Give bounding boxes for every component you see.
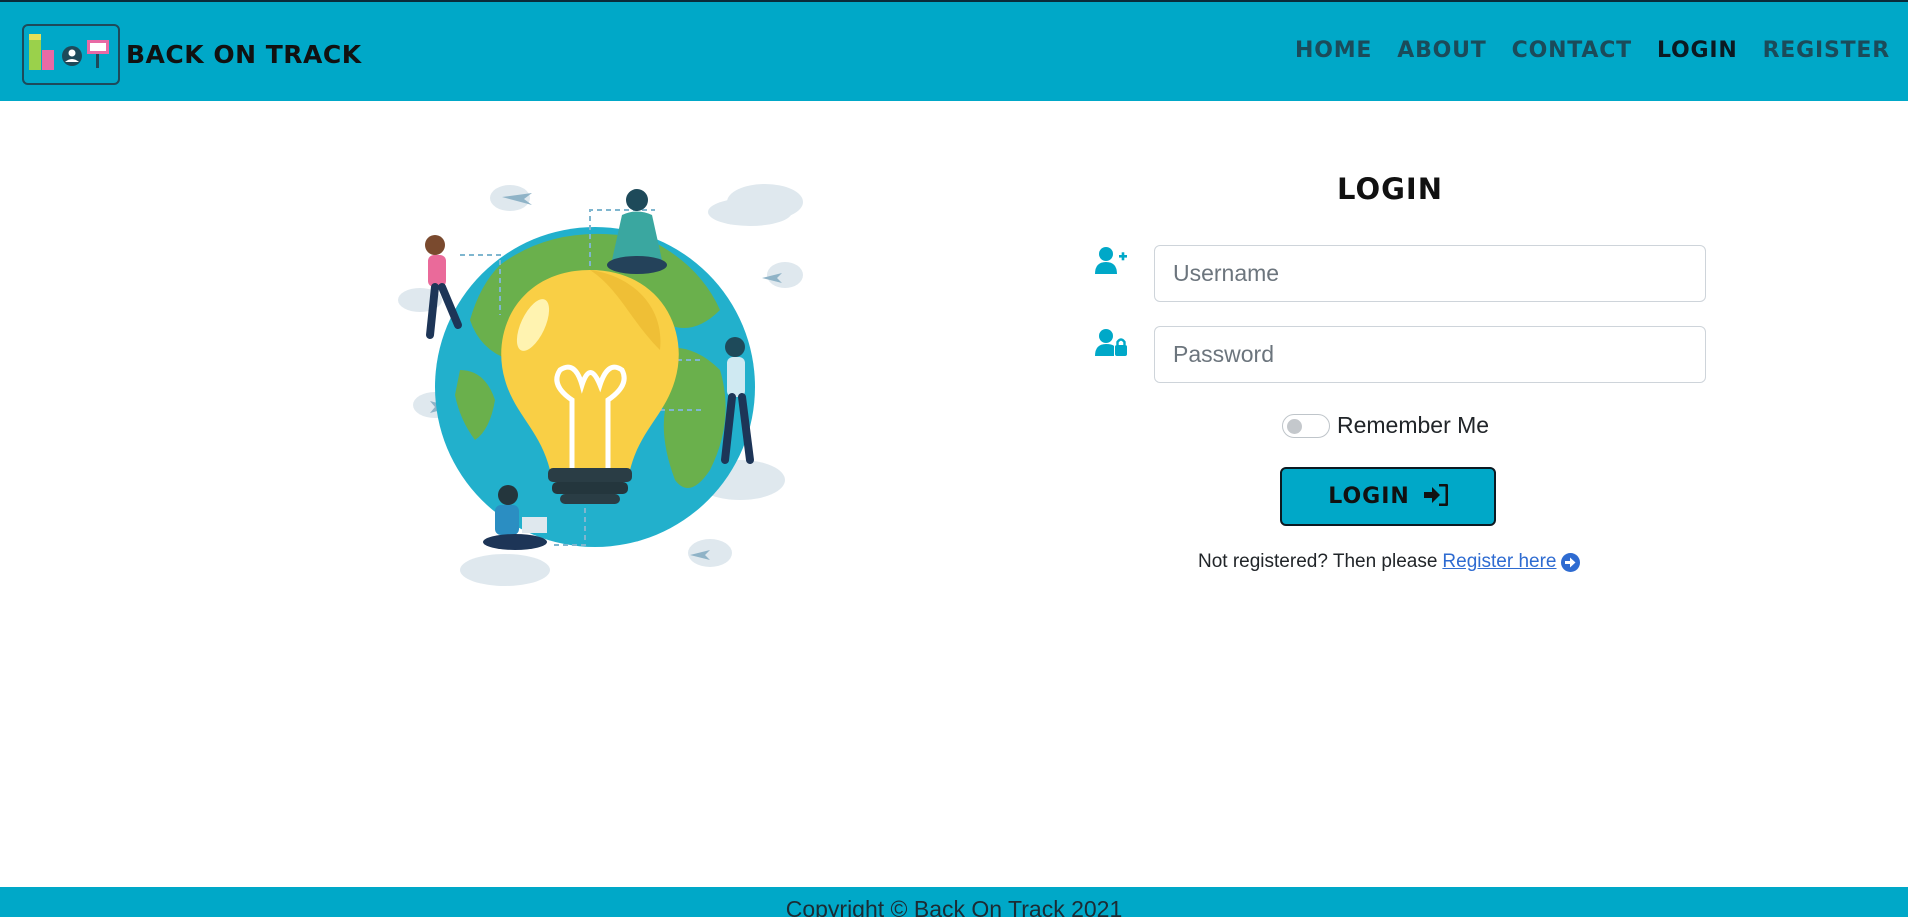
remember-me-label[interactable]: Remember Me <box>1337 412 1489 439</box>
toggle-knob <box>1287 418 1302 434</box>
copyright-text: Copyright © Back On Track 2021 <box>785 896 1123 917</box>
nav-register[interactable]: Register <box>1763 38 1890 63</box>
password-input[interactable] <box>1154 326 1706 383</box>
nav-about[interactable]: About <box>1397 38 1486 63</box>
brand[interactable]: Back On Track <box>22 24 362 85</box>
login-button[interactable]: Login <box>1280 467 1496 526</box>
user-plus-icon <box>1095 246 1127 276</box>
brand-name: Back On Track <box>126 40 362 69</box>
username-input[interactable] <box>1154 245 1706 302</box>
login-button-label: Login <box>1328 484 1410 509</box>
brand-logo <box>22 24 120 85</box>
remember-me-toggle[interactable] <box>1282 413 1330 438</box>
nav-contact[interactable]: Contact <box>1512 38 1632 63</box>
register-prompt: Not registered? Then please Register her… <box>1198 551 1581 573</box>
arrow-circle-right-icon[interactable] <box>1561 552 1581 572</box>
navbar: Back On Track Home About Contact Login R… <box>0 0 1908 101</box>
footer: Copyright © Back On Track 2021 <box>0 887 1908 917</box>
sign-in-icon <box>1423 483 1449 509</box>
main-nav: Home About Contact Login Register <box>1295 38 1890 63</box>
register-prompt-text: Not registered? Then please <box>1198 551 1438 572</box>
user-lock-icon <box>1095 328 1127 358</box>
register-link[interactable]: Register here <box>1442 551 1556 573</box>
login-title: Login <box>1337 172 1443 206</box>
nav-login[interactable]: Login <box>1657 38 1738 63</box>
globe-lightbulb-illustration <box>390 170 820 590</box>
nav-home[interactable]: Home <box>1295 38 1372 63</box>
remember-me[interactable]: Remember Me <box>1282 412 1489 439</box>
